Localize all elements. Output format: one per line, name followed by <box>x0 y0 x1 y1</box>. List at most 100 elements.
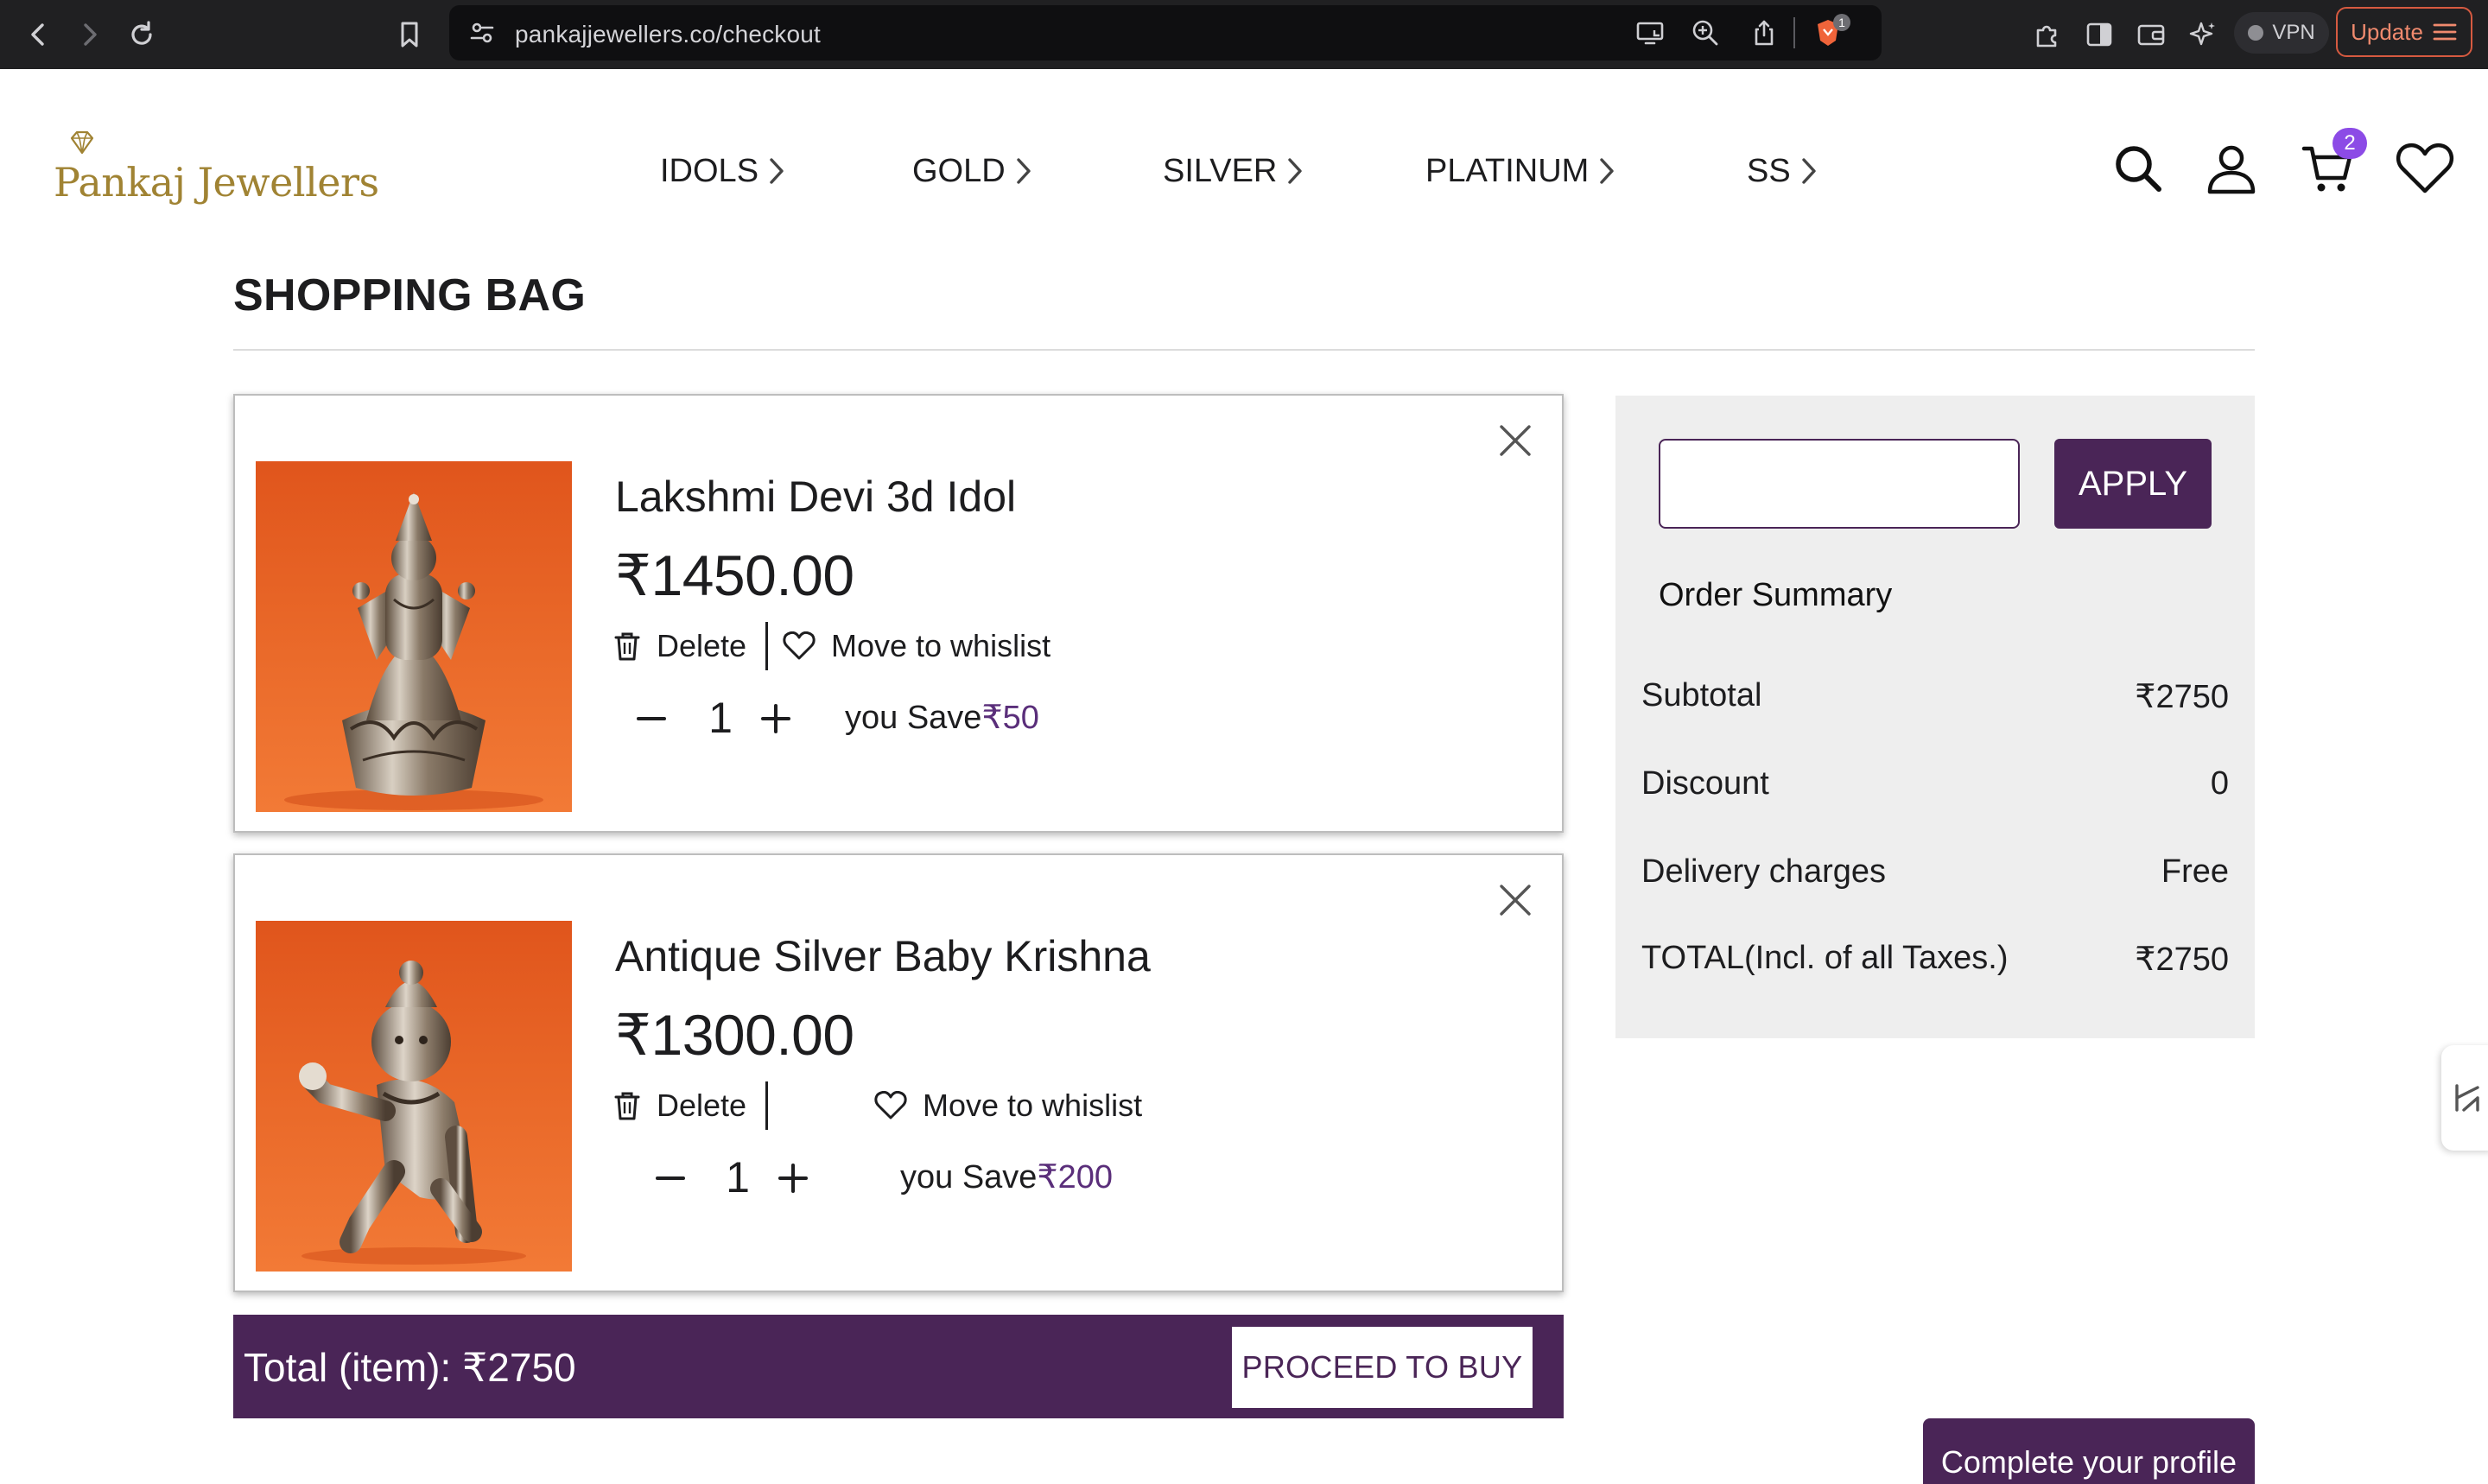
summary-row-subtotal: Subtotal ₹2750 <box>1641 677 2229 716</box>
remove-item-icon[interactable] <box>1495 420 1536 461</box>
summary-value: ₹2750 <box>2135 942 2229 978</box>
nav-item-silver[interactable]: SILVER <box>1163 147 1304 195</box>
total-items-label: Total (item): ₹2750 <box>244 1345 576 1390</box>
product-price: ₹1450.00 <box>615 543 854 607</box>
delete-button[interactable]: Delete <box>613 1081 746 1130</box>
update-button[interactable]: Update <box>2336 7 2472 57</box>
wishlist-label: Move to whislist <box>923 1088 1143 1123</box>
action-divider <box>765 622 768 670</box>
cast-icon[interactable] <box>1634 17 1666 48</box>
product-image-lakshmi[interactable] <box>256 461 572 812</box>
side-feedback-tab[interactable] <box>2441 1045 2488 1151</box>
move-to-wishlist-button[interactable]: Move to whislist <box>874 1081 1142 1130</box>
quantity-value: 1 <box>726 1153 750 1202</box>
nav-item-platinum[interactable]: PLATINUM <box>1425 147 1616 195</box>
extensions-icon[interactable] <box>2028 16 2066 54</box>
increase-qty-button[interactable] <box>755 698 797 739</box>
chevron-right-icon <box>1017 158 1031 184</box>
diamond-logo-icon <box>70 130 94 155</box>
account-icon[interactable] <box>2201 138 2262 199</box>
back-icon[interactable] <box>17 14 59 55</box>
widget-icon <box>2455 1084 2479 1112</box>
url-text[interactable]: pankajjewellers.co/checkout <box>515 21 821 48</box>
page-title: SHOPPING BAG <box>233 270 587 320</box>
site-logo[interactable]: Pankaj Jewellers <box>54 130 379 216</box>
savings-label: you Save <box>900 1159 1038 1195</box>
delete-button[interactable]: Delete <box>613 622 746 670</box>
share-icon[interactable] <box>1749 17 1780 48</box>
shield-count-badge: 1 <box>1833 14 1850 31</box>
sidebar-icon[interactable] <box>2080 16 2118 54</box>
order-summary-title: Order Summary <box>1659 577 1893 613</box>
brave-shield-icon[interactable]: 1 <box>1812 14 1850 48</box>
nav-label: PLATINUM <box>1425 152 1590 189</box>
nav-item-ss[interactable]: SS <box>1747 147 1818 195</box>
product-name[interactable]: Antique Silver Baby Krishna <box>615 931 1151 981</box>
wishlist-heart-icon[interactable] <box>2395 138 2455 199</box>
zoom-icon[interactable] <box>1690 17 1721 48</box>
summary-label: Discount <box>1641 765 1769 802</box>
complete-profile-button[interactable]: Complete your profile <box>1923 1418 2255 1484</box>
menu-icon <box>2433 23 2457 41</box>
chevron-right-icon <box>1288 158 1303 184</box>
reload-icon[interactable] <box>121 14 162 55</box>
baby-krishna-image <box>299 961 526 1265</box>
product-image-krishna[interactable] <box>256 921 572 1272</box>
logo-text: Pankaj Jewellers <box>54 159 379 206</box>
cart-item: Antique Silver Baby Krishna ₹1300.00 Del… <box>233 853 1564 1292</box>
product-name[interactable]: Lakshmi Devi 3d Idol <box>615 472 1016 522</box>
summary-value: Free <box>2161 853 2229 890</box>
summary-label: TOTAL(Incl. of all Taxes.) <box>1641 940 2009 976</box>
action-divider <box>765 1081 768 1130</box>
increase-qty-button[interactable] <box>772 1157 814 1199</box>
search-icon[interactable] <box>2108 138 2168 199</box>
url-divider <box>1793 17 1795 48</box>
decrease-qty-button[interactable] <box>631 698 672 739</box>
trash-icon <box>614 632 640 661</box>
nav-item-idols[interactable]: IDOLS <box>660 147 786 195</box>
nav-label: SS <box>1747 152 1791 189</box>
order-summary-panel: APPLY Order Summary Subtotal ₹2750 Disco… <box>1615 396 2255 1038</box>
address-bar[interactable]: pankajjewellers.co/checkout 1 <box>449 5 1882 60</box>
quantity-value: 1 <box>708 694 733 742</box>
vpn-button[interactable]: VPN <box>2234 12 2329 54</box>
remove-item-icon[interactable] <box>1495 879 1536 921</box>
summary-label: Delivery charges <box>1641 853 1886 890</box>
savings-amount: ₹50 <box>981 700 1039 736</box>
nav-label: GOLD <box>912 152 1006 189</box>
nav-label: SILVER <box>1163 152 1278 189</box>
wallet-icon[interactable] <box>2132 16 2170 54</box>
delete-label: Delete <box>657 1088 747 1123</box>
trash-icon <box>614 1092 640 1120</box>
nav-label: IDOLS <box>660 152 759 189</box>
summary-value: ₹2750 <box>2135 679 2229 715</box>
cart-total-bar: Total (item): ₹2750 PROCEED TO BUY <box>233 1315 1564 1418</box>
vpn-label: VPN <box>2272 21 2315 44</box>
chevron-right-icon <box>770 158 784 184</box>
decrease-qty-button[interactable] <box>650 1157 691 1199</box>
leo-ai-icon[interactable] <box>2184 16 2222 54</box>
browser-toolbar: pankajjewellers.co/checkout 1 VPN Update <box>0 0 2488 69</box>
nav-item-gold[interactable]: GOLD <box>912 147 1033 195</box>
summary-value: 0 <box>2210 765 2229 802</box>
chevron-right-icon <box>1600 158 1615 184</box>
proceed-to-buy-button[interactable]: PROCEED TO BUY <box>1232 1327 1533 1408</box>
coupon-input[interactable] <box>1659 439 2020 529</box>
site-settings-icon[interactable] <box>466 17 498 48</box>
chevron-right-icon <box>1802 158 1816 184</box>
savings-text: you Save₹50 <box>845 698 1039 737</box>
lakshmi-idol-image <box>284 492 543 810</box>
apply-coupon-button[interactable]: APPLY <box>2054 439 2212 529</box>
title-divider <box>233 349 2255 351</box>
move-to-wishlist-button[interactable]: Move to whislist <box>783 622 1050 670</box>
product-price: ₹1300.00 <box>615 1003 854 1067</box>
savings-label: you Save <box>845 700 982 736</box>
summary-label: Subtotal <box>1641 677 1762 713</box>
summary-row-discount: Discount 0 <box>1641 765 2229 802</box>
vpn-status-icon <box>2248 25 2264 41</box>
savings-amount: ₹200 <box>1037 1159 1114 1195</box>
summary-row-delivery: Delivery charges Free <box>1641 853 2229 891</box>
forward-icon[interactable] <box>69 14 111 55</box>
summary-row-total: TOTAL(Incl. of all Taxes.) ₹2750 <box>1641 940 2229 979</box>
bookmark-icon[interactable] <box>389 14 430 55</box>
